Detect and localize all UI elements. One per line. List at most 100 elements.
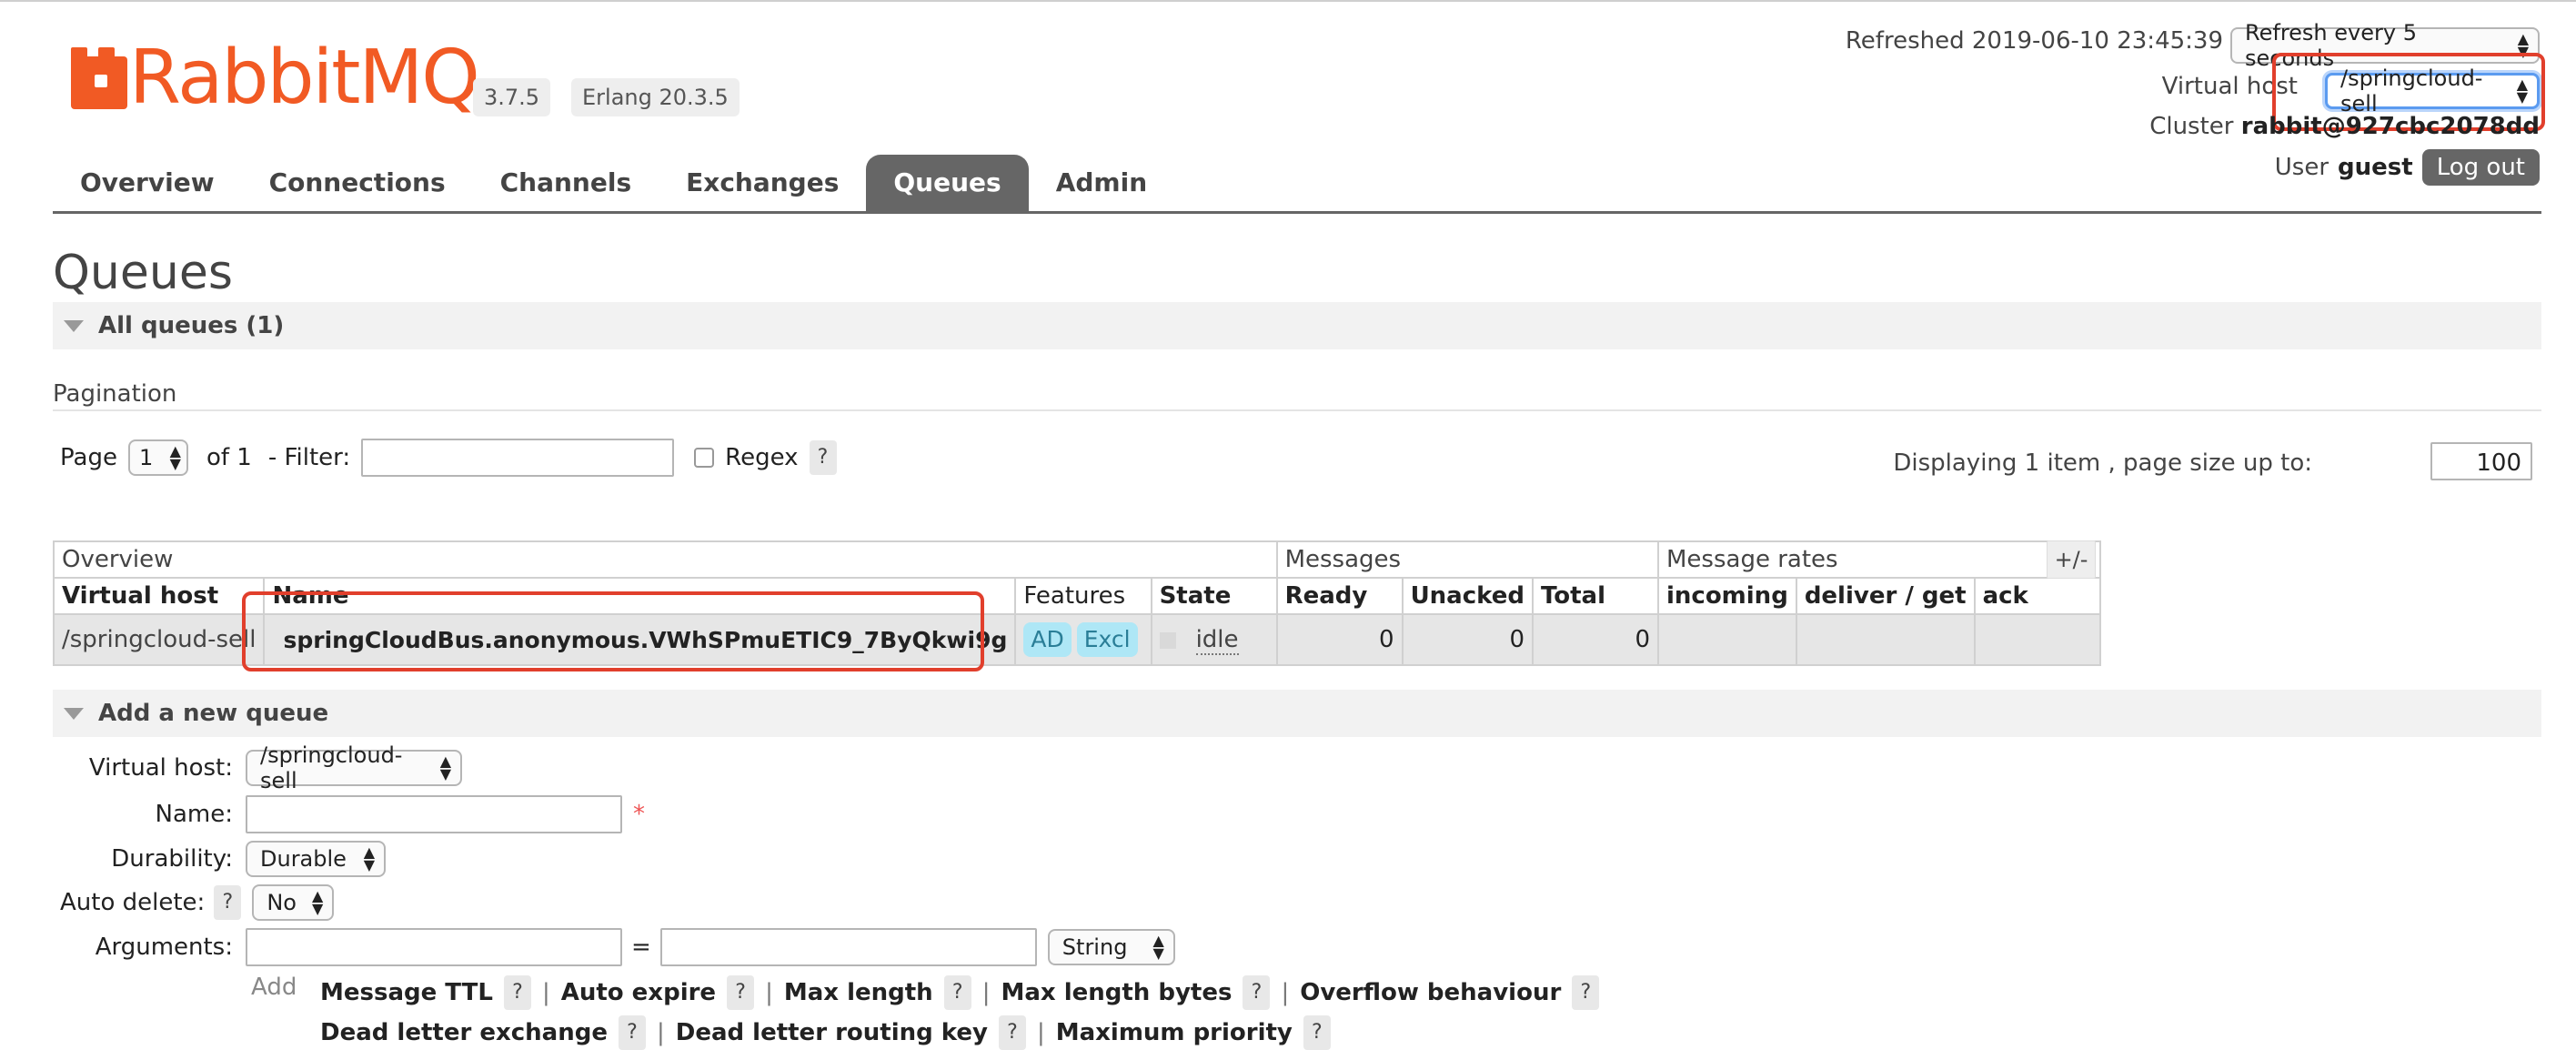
- table-group-header-row: Overview Messages Message rates: [53, 540, 2101, 579]
- argument-type-value: String: [1062, 934, 1128, 960]
- pagination-label: Pagination: [53, 380, 177, 408]
- form-row-vhost: Virtual host: /springcloud-sell ▲ ▼: [0, 742, 462, 793]
- col-deliver-get[interactable]: deliver / get: [1795, 577, 1976, 615]
- all-queues-section-header[interactable]: All queues (1): [53, 302, 2541, 349]
- form-row-autodelete: Auto delete: ? No ▲ ▼: [60, 884, 335, 921]
- page-size-input[interactable]: 100: [2430, 442, 2532, 480]
- regex-help-button[interactable]: ?: [809, 440, 837, 475]
- select-arrows-icon: ▲ ▼: [1152, 932, 1164, 962]
- argument-key-input[interactable]: [246, 928, 622, 966]
- refreshed-timestamp: Refreshed 2019-06-10 23:45:39: [1845, 27, 2223, 55]
- row-ready: 0: [1275, 613, 1404, 666]
- row-features: AD Excl: [1014, 613, 1152, 666]
- form-row-durability: Durability: Durable ▲ ▼: [0, 841, 386, 877]
- user-info: User guest Log out: [2275, 149, 2540, 186]
- user-label: User: [2274, 154, 2329, 181]
- feature-badge-excl: Excl: [1076, 622, 1138, 657]
- argument-shortcuts: Message TTL ? | Auto expire ? | Max leng…: [320, 975, 1600, 1010]
- autodelete-value: No: [267, 890, 297, 915]
- row-unacked: 0: [1401, 613, 1534, 666]
- group-overview: Overview: [53, 540, 1278, 579]
- regex-checkbox[interactable]: [694, 448, 715, 468]
- select-arrows-icon: ▲ ▼: [169, 442, 181, 472]
- argument-value-input[interactable]: [659, 928, 1037, 966]
- state-indicator-icon: [1159, 631, 1176, 649]
- add-argument-link[interactable]: Add: [251, 974, 297, 1001]
- page-of-label: of 1: [206, 444, 252, 471]
- auto-expire-help-button[interactable]: ?: [727, 975, 755, 1010]
- collapse-triangle-icon: [64, 319, 84, 332]
- page-title: Queues: [53, 246, 233, 300]
- col-state[interactable]: State: [1150, 577, 1278, 615]
- page-select[interactable]: 1 ▲ ▼: [127, 439, 188, 476]
- arg-link-dead-letter-exchange[interactable]: Dead letter exchange: [320, 1019, 608, 1046]
- overflow-behaviour-help-button[interactable]: ?: [1572, 975, 1600, 1010]
- col-unacked[interactable]: Unacked: [1401, 577, 1534, 615]
- tabs-divider: [53, 211, 2541, 214]
- filter-input[interactable]: [361, 439, 675, 477]
- max-length-help-button[interactable]: ?: [943, 975, 971, 1010]
- durability-field-label: Durability:: [111, 845, 233, 873]
- tab-admin[interactable]: Admin: [1029, 155, 1174, 211]
- separator: |: [541, 979, 550, 1006]
- column-toggle-button[interactable]: +/-: [2047, 540, 2096, 579]
- all-queues-title: All queues (1): [98, 312, 285, 339]
- form-row-name: Name: *: [0, 795, 645, 833]
- argument-type-select[interactable]: String ▲ ▼: [1047, 929, 1175, 965]
- highlight-box-queue-name: [242, 591, 984, 671]
- arg-link-max-length[interactable]: Max length: [784, 979, 933, 1006]
- user-value: guest: [2338, 154, 2413, 181]
- col-ack[interactable]: ack: [1973, 577, 2101, 615]
- pagination-controls: Page 1 ▲ ▼ of 1 - Filter: Regex ?: [60, 439, 837, 477]
- autodelete-help-button[interactable]: ?: [214, 885, 242, 920]
- tab-queues[interactable]: Queues: [866, 155, 1029, 211]
- dead-letter-exchange-help-button[interactable]: ?: [618, 1015, 646, 1050]
- group-message-rates: Message rates: [1656, 540, 2101, 579]
- page-label: Page: [60, 444, 117, 471]
- col-incoming[interactable]: incoming: [1656, 577, 1797, 615]
- main-nav-tabs: Overview Connections Channels Exchanges …: [53, 155, 1174, 211]
- col-virtual-host[interactable]: Virtual host: [52, 577, 266, 615]
- separator: |: [1281, 979, 1290, 1006]
- page-select-value: 1: [138, 445, 154, 470]
- logo-text: RabbitMQ: [129, 35, 480, 121]
- add-queue-vhost-select[interactable]: /springcloud-sell ▲ ▼: [246, 742, 462, 793]
- rabbitmq-logo: RabbitMQ TM: [71, 35, 500, 121]
- argument-shortcuts-row2: Dead letter exchange ? | Dead letter rou…: [320, 1015, 1331, 1050]
- cluster-label: Cluster: [2149, 113, 2234, 140]
- add-queue-title: Add a new queue: [98, 700, 329, 727]
- collapse-triangle-icon: [64, 707, 84, 720]
- tab-channels[interactable]: Channels: [473, 155, 659, 211]
- message-ttl-help-button[interactable]: ?: [503, 975, 531, 1010]
- arg-link-maximum-priority[interactable]: Maximum priority: [1056, 1019, 1293, 1046]
- col-ready[interactable]: Ready: [1275, 577, 1404, 615]
- tab-exchanges[interactable]: Exchanges: [659, 155, 866, 211]
- tab-overview[interactable]: Overview: [53, 155, 242, 211]
- displaying-count: Displaying 1 item , page size up to:: [1893, 449, 2312, 477]
- separator: |: [1036, 1019, 1045, 1046]
- arg-link-auto-expire[interactable]: Auto expire: [561, 979, 716, 1006]
- arg-link-message-ttl[interactable]: Message TTL: [320, 979, 493, 1006]
- equals-sign: =: [631, 934, 651, 961]
- autodelete-select[interactable]: No ▲ ▼: [252, 884, 335, 921]
- tab-connections[interactable]: Connections: [242, 155, 473, 211]
- durability-select[interactable]: Durable ▲ ▼: [246, 841, 386, 877]
- dead-letter-routing-key-help-button[interactable]: ?: [998, 1015, 1026, 1050]
- select-arrows-icon: ▲ ▼: [312, 887, 324, 917]
- separator: |: [656, 1019, 665, 1046]
- queue-name-input[interactable]: [246, 795, 622, 833]
- add-queue-section-header[interactable]: Add a new queue: [53, 690, 2541, 737]
- col-total[interactable]: Total: [1531, 577, 1659, 615]
- arg-link-overflow-behaviour[interactable]: Overflow behaviour: [1300, 979, 1561, 1006]
- rabbit-logo-icon: [71, 47, 127, 109]
- pagination-divider: [53, 409, 2541, 411]
- logout-button[interactable]: Log out: [2421, 149, 2540, 186]
- filter-label: - Filter:: [267, 444, 351, 471]
- col-features: Features: [1014, 577, 1152, 615]
- maximum-priority-help-button[interactable]: ?: [1303, 1015, 1331, 1050]
- state-text: idle: [1195, 626, 1239, 655]
- arg-link-max-length-bytes[interactable]: Max length bytes: [1001, 979, 1232, 1006]
- arg-link-dead-letter-routing-key[interactable]: Dead letter routing key: [676, 1019, 988, 1046]
- max-length-bytes-help-button[interactable]: ?: [1243, 975, 1271, 1010]
- select-arrows-icon: ▲ ▼: [363, 843, 375, 873]
